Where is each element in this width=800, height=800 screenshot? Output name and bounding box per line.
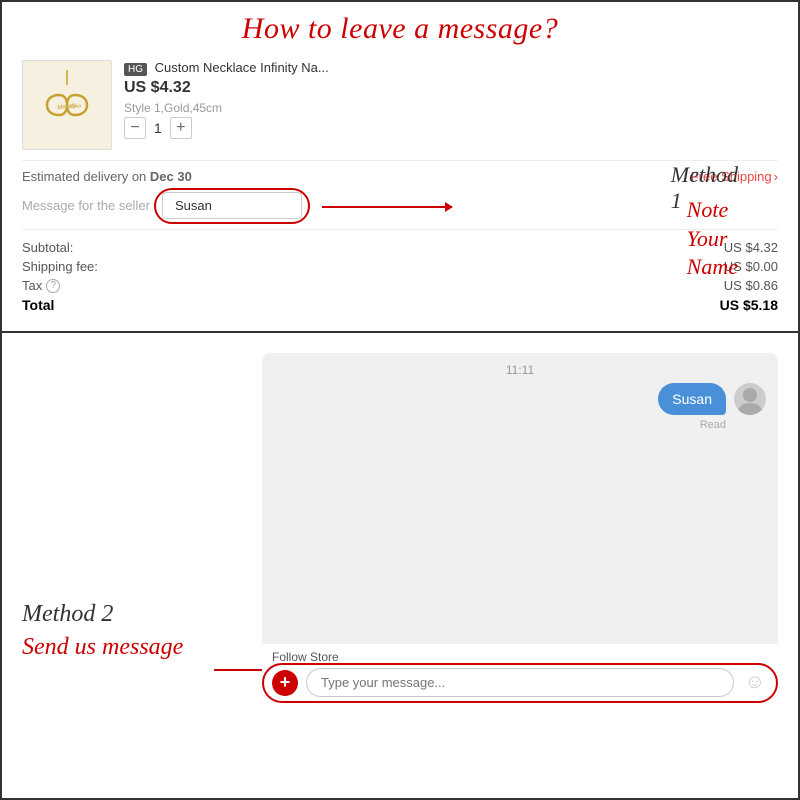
chat-panel: 11:11 Susan Read Follow Store + ☺	[262, 353, 778, 703]
quantity-decrease-button[interactable]: −	[124, 117, 146, 139]
divider-1	[22, 160, 778, 161]
tax-row: Tax ? US $0.86	[22, 276, 778, 295]
message-input-wrapper	[162, 192, 302, 219]
quantity-value: 1	[154, 120, 162, 136]
quantity-row: − 1 +	[124, 117, 778, 139]
chat-message-input[interactable]	[306, 668, 734, 697]
chat-input-row: + ☺	[272, 668, 768, 697]
follow-store-label: Follow Store	[272, 650, 768, 664]
top-section: How to leave a message? Melody Anna HG C…	[2, 2, 798, 333]
add-button[interactable]: +	[272, 670, 298, 696]
quantity-increase-button[interactable]: +	[170, 117, 192, 139]
avatar	[734, 383, 766, 415]
product-price: US $4.32	[124, 79, 778, 97]
total-row: Total US $5.18	[22, 295, 778, 315]
total-label: Total	[22, 297, 54, 313]
method2-area: Method 2 Send us message	[22, 353, 242, 703]
method2-subtitle: Send us message	[22, 632, 242, 663]
total-value: US $5.18	[720, 297, 778, 313]
method2-title: Method 2	[22, 601, 242, 628]
subtotal-label: Subtotal:	[22, 240, 73, 255]
message-label: Message for the seller	[22, 198, 162, 213]
product-title: HG Custom Necklace Infinity Na...	[124, 60, 778, 75]
tax-info-icon[interactable]: ?	[46, 279, 60, 293]
chat-bubble: Susan	[658, 383, 726, 415]
product-style: Style 1,Gold,45cm	[124, 101, 778, 115]
price-table: Subtotal: US $4.32 Shipping fee: US $0.0…	[22, 238, 778, 315]
product-info: HG Custom Necklace Infinity Na... US $4.…	[124, 60, 778, 139]
product-row: Melody Anna HG Custom Necklace Infinity …	[22, 60, 778, 150]
message-row: Message for the seller Method 1 Note You…	[22, 192, 778, 219]
emoji-button[interactable]: ☺	[742, 670, 768, 696]
shipping-row: Shipping fee: US $0.00	[22, 257, 778, 276]
main-title: How to leave a message?	[22, 12, 778, 46]
subtotal-row: Subtotal: US $4.32	[22, 238, 778, 257]
chat-bottom: Follow Store + ☺	[262, 644, 778, 703]
method1-subtitle: Note Your Name	[687, 196, 738, 282]
bottom-section: Method 2 Send us message 11:11 Susan Rea…	[2, 333, 798, 723]
delivery-date: Dec 30	[150, 169, 192, 184]
read-label: Read	[700, 419, 726, 431]
message-for-seller-input[interactable]	[162, 192, 302, 219]
delivery-row: Estimated delivery on Dec 30 Free Shippi…	[22, 169, 778, 184]
shipping-fee-label: Shipping fee:	[22, 259, 98, 274]
method1-arrow	[322, 206, 452, 208]
divider-2	[22, 229, 778, 230]
chat-messages: Susan Read	[262, 383, 778, 644]
chat-bubble-row: Susan	[658, 383, 766, 415]
tax-label: Tax ?	[22, 278, 60, 293]
delivery-label: Estimated delivery on Dec 30	[22, 169, 192, 184]
chat-time: 11:11	[262, 353, 778, 383]
hg-badge: HG	[124, 63, 147, 76]
product-image: Melody Anna	[22, 60, 112, 150]
